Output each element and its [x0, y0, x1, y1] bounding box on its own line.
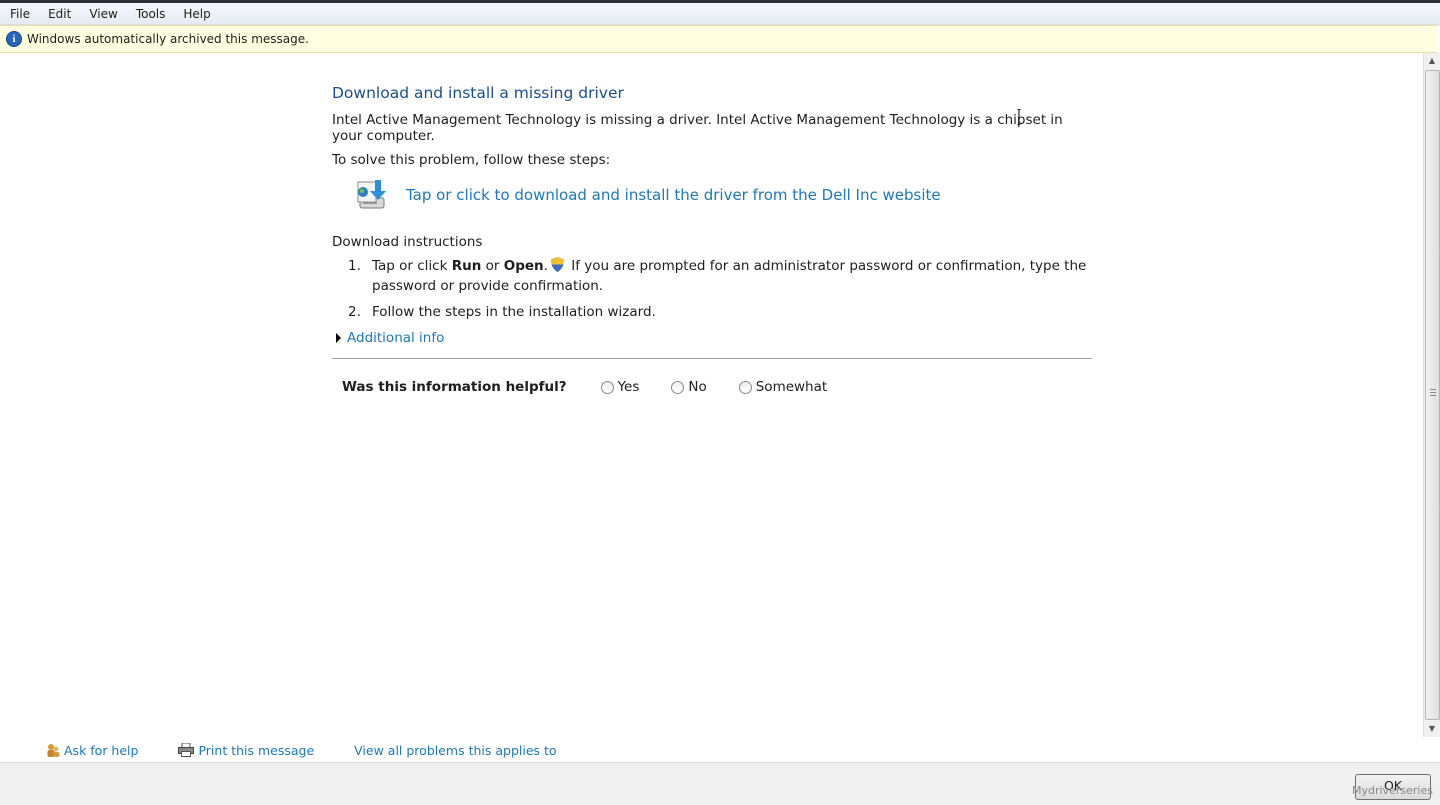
printer-icon: [178, 743, 195, 757]
feedback-section: Was this information helpful? Yes No Som…: [342, 379, 1092, 395]
additional-info-label: Additional info: [347, 330, 445, 346]
radio-icon: [671, 380, 685, 394]
feedback-no-radio[interactable]: No: [671, 379, 707, 395]
instructions-title: Download instructions: [332, 234, 483, 250]
solve-instructions: To solve this problem, follow these step…: [332, 152, 611, 168]
menu-edit[interactable]: Edit: [38, 7, 79, 21]
list-item: 2. Follow the steps in the installation …: [348, 302, 1092, 322]
people-icon: [47, 744, 60, 757]
info-bar-text: Windows automatically archived this mess…: [27, 32, 309, 46]
feedback-yes-radio[interactable]: Yes: [600, 379, 639, 395]
uac-shield-icon: [550, 257, 564, 272]
menu-file[interactable]: File: [0, 7, 38, 21]
main-content: Download and install a missing driver In…: [332, 84, 1092, 395]
ask-for-help-link[interactable]: Ask for help: [46, 743, 138, 758]
list-item: 1. Tap or click Run or Open. If you are …: [348, 256, 1092, 296]
watermark-text: Mydriverseries: [1352, 784, 1433, 797]
additional-info-toggle[interactable]: Additional info: [336, 330, 1092, 346]
print-message-link[interactable]: Print this message: [178, 743, 314, 758]
divider: [332, 358, 1092, 359]
radio-icon: [600, 380, 614, 394]
info-bar: i Windows automatically archived this me…: [0, 25, 1438, 53]
footer-links: Ask for help Print this message View all…: [0, 738, 1440, 762]
step-text: Follow the steps in the installation wiz…: [372, 304, 656, 320]
feedback-question: Was this information helpful?: [342, 379, 567, 395]
download-install-icon[interactable]: [354, 178, 388, 212]
step-number: 2.: [348, 304, 361, 320]
info-icon: i: [6, 31, 22, 47]
menu-help[interactable]: Help: [173, 7, 218, 21]
step-text: Tap or click Run or Open. If you are pro…: [372, 257, 1087, 294]
expand-arrow-icon: [336, 333, 341, 343]
page-title: Download and install a missing driver: [332, 84, 624, 102]
scroll-up-arrow-icon[interactable]: ▲: [1424, 53, 1440, 69]
step-number: 1.: [348, 258, 361, 274]
radio-icon: [738, 380, 752, 394]
menu-tools[interactable]: Tools: [126, 7, 174, 21]
scrollbar-thumb[interactable]: [1425, 70, 1440, 720]
menu-view[interactable]: View: [79, 7, 125, 21]
button-bar: OK: [0, 762, 1440, 805]
problem-description: Intel Active Management Technology is mi…: [332, 112, 1063, 144]
grip-icon: [1430, 389, 1436, 398]
feedback-somewhat-radio[interactable]: Somewhat: [738, 379, 827, 395]
scroll-down-arrow-icon[interactable]: ▼: [1424, 721, 1440, 737]
vertical-scrollbar[interactable]: ▲ ▼: [1423, 53, 1440, 737]
text-cursor-icon: [1017, 109, 1021, 125]
menu-bar: File Edit View Tools Help: [0, 3, 1440, 25]
download-driver-link[interactable]: Tap or click to download and install the…: [406, 186, 941, 204]
steps-list: 1. Tap or click Run or Open. If you are …: [348, 256, 1092, 322]
download-row: Tap or click to download and install the…: [354, 178, 1092, 212]
view-all-problems-link[interactable]: View all problems this applies to: [354, 743, 556, 758]
